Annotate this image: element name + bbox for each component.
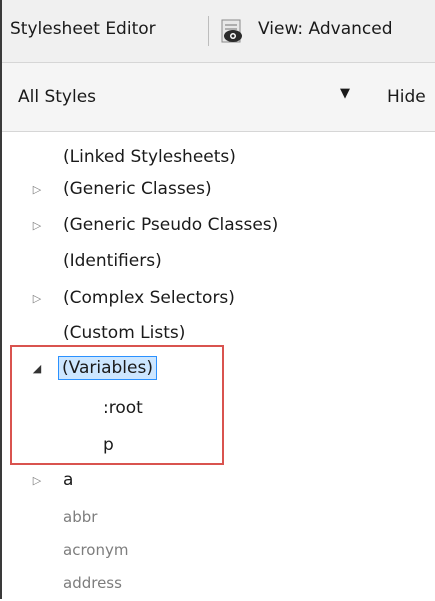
tree-item-address[interactable]: address — [60, 568, 125, 598]
expand-arrow-icon[interactable]: ▷ — [30, 473, 44, 487]
eye-icon[interactable] — [218, 18, 246, 46]
tree-item-generic-pseudo-classes[interactable]: ▷ (Generic Pseudo Classes) — [33, 210, 281, 240]
toolbar-separator — [208, 16, 209, 46]
view-mode-button[interactable]: View: Advanced — [258, 19, 393, 39]
panel-title: Stylesheet Editor — [10, 19, 156, 39]
tree-item-label: (Linked Stylesheets) — [63, 147, 236, 167]
filter-bar: All Styles ▼ Hide — [2, 63, 435, 132]
tree-item-generic-classes[interactable]: ▷ (Generic Classes) — [33, 174, 215, 204]
hide-button[interactable]: Hide — [387, 87, 426, 107]
expand-arrow-icon[interactable]: ▷ — [30, 218, 44, 232]
tree-item-label: abbr — [63, 508, 98, 526]
toolbar: Stylesheet Editor View: Advanced — [2, 0, 435, 63]
tree-item-label: (Generic Pseudo Classes) — [63, 215, 279, 235]
tree-item-abbr[interactable]: abbr — [60, 502, 100, 532]
tree-item-label: (Custom Lists) — [63, 323, 186, 343]
style-filter-select[interactable]: All Styles — [18, 87, 96, 107]
tree-item-complex-selectors[interactable]: ▷ (Complex Selectors) — [33, 283, 238, 313]
dropdown-caret-icon[interactable]: ▼ — [340, 86, 350, 101]
expand-arrow-icon[interactable]: ▷ — [30, 182, 44, 196]
tree-item-label: a — [63, 470, 74, 490]
tree-item-label: address — [63, 574, 122, 592]
tree-item-a[interactable]: ▷ a — [33, 465, 76, 495]
tree-item-linked-stylesheets[interactable]: (Linked Stylesheets) — [60, 142, 239, 172]
annotation-highlight-box — [10, 345, 224, 465]
tree-item-custom-lists[interactable]: (Custom Lists) — [60, 318, 188, 348]
tree-item-acronym[interactable]: acronym — [60, 535, 131, 565]
expand-arrow-icon[interactable]: ▷ — [30, 291, 44, 305]
tree-item-label: (Complex Selectors) — [63, 288, 235, 308]
tree-item-identifiers[interactable]: (Identifiers) — [60, 246, 165, 276]
tree-item-label: (Generic Classes) — [63, 179, 212, 199]
tree-item-label: acronym — [63, 541, 129, 559]
tree-item-label: (Identifiers) — [63, 251, 162, 271]
